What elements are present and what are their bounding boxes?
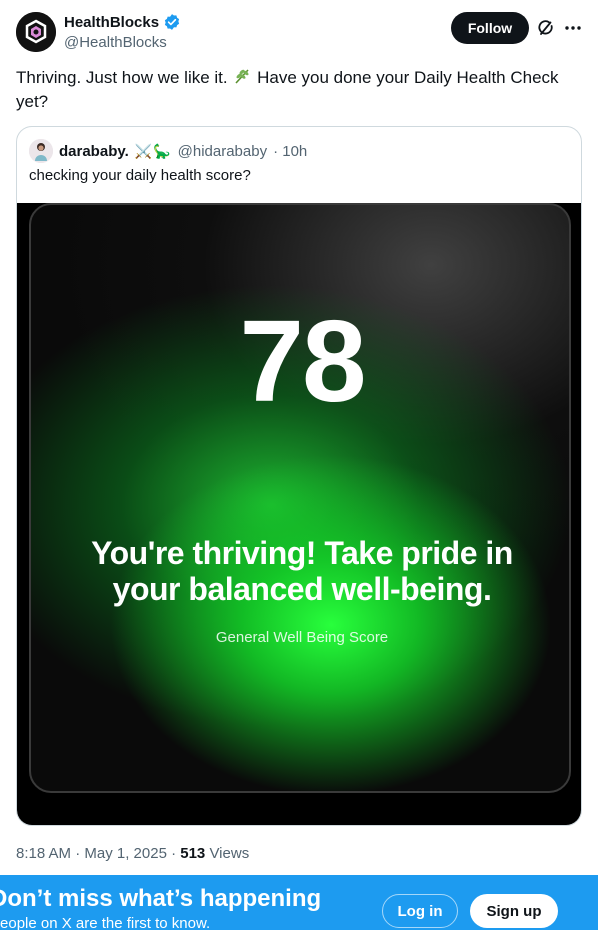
follow-button[interactable]: Follow: [451, 12, 529, 44]
author-display-name[interactable]: HealthBlocks: [64, 14, 159, 31]
tweet-timestamp[interactable]: 8:18 AM · May 1, 2025 ·: [16, 845, 176, 862]
author-handle[interactable]: @HealthBlocks: [64, 34, 181, 51]
author-name-block: HealthBlocks @HealthBlocks: [64, 13, 181, 51]
banner-title: Don’t miss what’s happening: [0, 885, 322, 912]
author-avatar[interactable]: [16, 12, 56, 52]
healthblocks-logo-icon: [16, 12, 56, 52]
quoted-author-avatar[interactable]: [29, 139, 53, 163]
views-count: 513: [180, 845, 206, 862]
quoted-tweet-time[interactable]: · 10h: [273, 143, 307, 160]
tweet-meta: 8:18 AM · May 1, 2025 · 513 Views: [16, 845, 249, 862]
health-score-headline: You're thriving! Take pride in your bala…: [91, 535, 513, 607]
quoted-tweet-header: darababy. ⚔️🦕 @hidarababy · 10h: [29, 139, 307, 163]
signup-button[interactable]: Sign up: [470, 894, 558, 928]
herb-icon: [232, 66, 252, 86]
quoted-author-display-name[interactable]: darababy.: [59, 143, 129, 160]
grok-icon[interactable]: [536, 18, 556, 38]
health-score-value: 78: [239, 296, 366, 426]
quoted-author-handle: @hidarababy: [177, 142, 268, 160]
login-button[interactable]: Log in: [382, 894, 458, 928]
quoted-tweet[interactable]: darababy. ⚔️🦕 @hidarababy · 10h checking…: [16, 126, 582, 826]
quoted-tweet-text: checking your daily health score?: [29, 167, 251, 184]
views-label: Views: [209, 845, 250, 862]
health-score-card: 78 You're thriving! Take pride in your b…: [29, 203, 571, 793]
quoted-media[interactable]: 78 You're thriving! Take pride in your b…: [17, 203, 581, 825]
tweet-text: Thriving. Just how we like it. Have you …: [16, 66, 582, 114]
signup-banner: Don’t miss what’s happening People on X …: [0, 875, 598, 930]
more-icon[interactable]: [563, 18, 583, 38]
tweet-header: HealthBlocks @HealthBlocks Follow: [16, 12, 582, 56]
health-score-subtitle: General Well Being Score: [215, 629, 389, 646]
quoted-author-emoji: ⚔️🦕: [134, 142, 172, 159]
tweet-text-part-1: Thriving. Just how we like it.: [16, 68, 228, 87]
verified-badge-icon: [163, 13, 181, 31]
banner-subtitle: People on X are the first to know.: [0, 915, 211, 930]
